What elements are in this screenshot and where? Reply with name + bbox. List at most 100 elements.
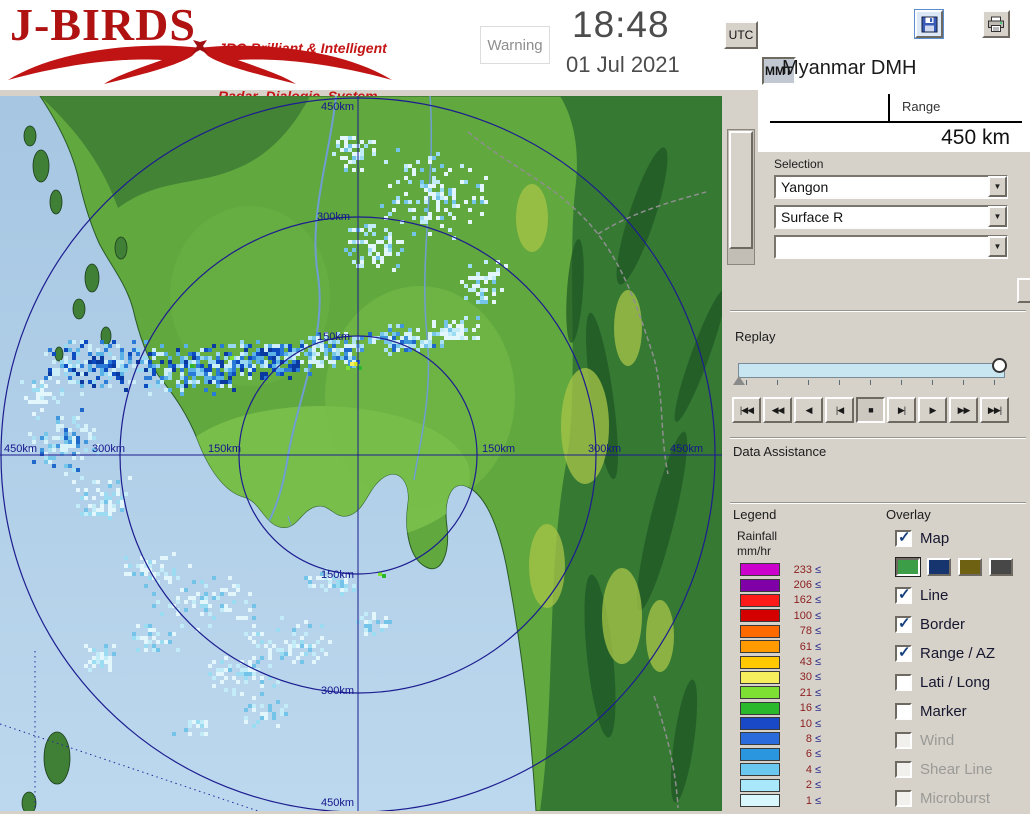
- step-back-button[interactable]: |◀: [825, 397, 854, 423]
- legend-swatch: [740, 609, 780, 622]
- overlay-item-label: Range / AZ: [920, 645, 995, 662]
- less-equal-symbol: ≤: [815, 733, 821, 745]
- legend-row: 43≤: [740, 654, 850, 669]
- range-ring-label: 300km: [317, 211, 350, 223]
- site-combo-value: Yangon: [781, 179, 828, 195]
- previous-button[interactable]: Previous: [1017, 278, 1030, 303]
- checkbox[interactable]: ✓: [895, 530, 912, 547]
- legend-row: 100≤: [740, 608, 850, 623]
- checkbox[interactable]: ✓: [895, 587, 912, 604]
- checkbox: [895, 790, 912, 807]
- check-icon: ✓: [898, 585, 911, 603]
- less-equal-symbol: ≤: [815, 687, 821, 699]
- clock-time: 18:48: [572, 4, 670, 46]
- separator: [730, 502, 1026, 504]
- timeline-thumb[interactable]: [992, 358, 1007, 373]
- legend-swatch: [740, 794, 780, 807]
- fast-rewind-button[interactable]: ◀◀: [763, 397, 792, 423]
- site-combo[interactable]: Yangon ▼: [774, 175, 1008, 199]
- legend-value: 30: [784, 671, 812, 683]
- overlay-item-lati-long[interactable]: Lati / Long: [895, 674, 1029, 696]
- range-ring-label: 150km: [482, 443, 515, 455]
- option-combo[interactable]: ▼: [774, 235, 1008, 259]
- chevron-down-icon[interactable]: ▼: [988, 206, 1007, 227]
- less-equal-symbol: ≤: [815, 579, 821, 591]
- legend-value: 78: [784, 625, 812, 637]
- product-combo[interactable]: Surface R ▼: [774, 205, 1008, 229]
- checkbox: [895, 761, 912, 778]
- check-icon: ✓: [898, 528, 911, 546]
- save-icon: [921, 16, 938, 33]
- overlay-item-wind: Wind: [895, 732, 1029, 754]
- skip-to-start-button[interactable]: |◀◀: [732, 397, 761, 423]
- legend-row: 233≤: [740, 562, 850, 577]
- skip-to-end-button[interactable]: ▶▶|: [980, 397, 1009, 423]
- print-button[interactable]: [982, 10, 1010, 38]
- less-equal-symbol: ≤: [815, 564, 821, 576]
- overlay-label: Overlay: [886, 507, 931, 522]
- overlay-item-label: Map: [920, 530, 949, 547]
- chevron-down-icon[interactable]: ▼: [988, 236, 1007, 257]
- clock-date: 01 Jul 2021: [566, 52, 680, 78]
- zoom-scrollbar-thumb[interactable]: [729, 131, 753, 249]
- overlay-item-label: Shear Line: [920, 761, 993, 778]
- warning-indicator: Warning: [480, 26, 550, 64]
- step-forward-button[interactable]: ▶|: [887, 397, 916, 423]
- fast-forward-button[interactable]: ▶▶: [949, 397, 978, 423]
- chevron-down-icon[interactable]: ▼: [988, 176, 1007, 197]
- range-ring-label: 450km: [4, 443, 37, 455]
- checkbox[interactable]: ✓: [895, 616, 912, 633]
- legend-row: 10≤: [740, 716, 850, 731]
- less-equal-symbol: ≤: [815, 594, 821, 606]
- legend-value: 100: [784, 610, 812, 622]
- map-style-swatch-2[interactable]: [927, 558, 951, 576]
- less-equal-symbol: ≤: [815, 671, 821, 683]
- overlay-item-map[interactable]: ✓ Map: [895, 530, 1029, 552]
- less-equal-symbol: ≤: [815, 795, 821, 807]
- legend-swatch: [740, 686, 780, 699]
- overlay-item-line[interactable]: ✓ Line: [895, 587, 1029, 609]
- range-ring-label: 450km: [670, 443, 703, 455]
- playback-controls: |◀◀◀◀◀|◀■▶|▶▶▶▶▶|: [732, 397, 1009, 423]
- overlay-item-marker[interactable]: Marker: [895, 703, 1029, 725]
- less-equal-symbol: ≤: [815, 656, 821, 668]
- legend-swatch: [740, 702, 780, 715]
- radar-map[interactable]: 450km300km150km450km300km150km150km300km…: [0, 96, 722, 811]
- range-label: Range: [902, 99, 940, 114]
- overlay-item-label: Line: [920, 587, 948, 604]
- checkbox[interactable]: [895, 674, 912, 691]
- legend-value: 16: [784, 702, 812, 714]
- map-style-swatches: [896, 558, 1030, 576]
- legend-value: 206: [784, 579, 812, 591]
- replay-label: Replay: [735, 329, 775, 344]
- legend-value: 233: [784, 564, 812, 576]
- utc-button[interactable]: UTC: [724, 21, 758, 49]
- overlay-item-range-az[interactable]: ✓ Range / AZ: [895, 645, 1029, 667]
- legend-value: 4: [784, 764, 812, 776]
- checkbox[interactable]: [895, 703, 912, 720]
- checkbox[interactable]: ✓: [895, 645, 912, 662]
- legend-unit-line2: mm/hr: [737, 544, 771, 558]
- legend-label: Legend: [733, 507, 776, 522]
- play-button[interactable]: ▶: [918, 397, 947, 423]
- map-style-swatch-1[interactable]: [896, 558, 920, 576]
- overlay-item-border[interactable]: ✓Border: [895, 616, 1029, 638]
- range-ring-label: 300km: [92, 443, 125, 455]
- legend-row: 6≤: [740, 747, 850, 762]
- less-equal-symbol: ≤: [815, 764, 821, 776]
- less-equal-symbol: ≤: [815, 625, 821, 637]
- legend-swatch: [740, 717, 780, 730]
- overlay-item-label: Marker: [920, 703, 967, 720]
- play-backward-button[interactable]: ◀: [794, 397, 823, 423]
- replay-timeline-slider[interactable]: [738, 363, 1005, 378]
- legend-row: 16≤: [740, 701, 850, 716]
- legend-row: 21≤: [740, 685, 850, 700]
- stop-button[interactable]: ■: [856, 397, 885, 423]
- legend-swatch: [740, 594, 780, 607]
- map-style-swatch-3[interactable]: [958, 558, 982, 576]
- legend-swatch: [740, 563, 780, 576]
- legend-swatch: [740, 732, 780, 745]
- map-style-swatch-4[interactable]: [989, 558, 1013, 576]
- overlay-item-label: Microburst: [920, 790, 990, 807]
- save-button[interactable]: [915, 10, 943, 38]
